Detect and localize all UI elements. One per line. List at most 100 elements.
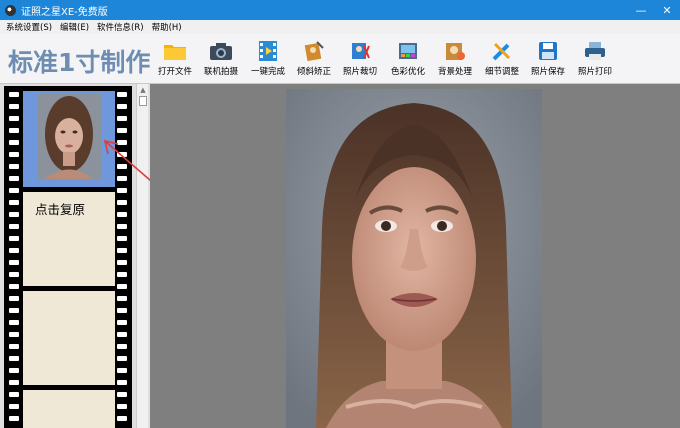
folder-icon: [163, 40, 187, 62]
print-photo-label: 照片打印: [577, 67, 612, 77]
menu-software-info[interactable]: 软件信息(R): [97, 21, 144, 33]
thumbnail-frame[interactable]: [23, 390, 115, 428]
open-file-button[interactable]: 打开文件: [150, 40, 200, 77]
menu-bar: 系统设置(S) 编辑(E) 软件信息(R) 帮助(H): [0, 20, 680, 34]
sprocket-hole: [117, 296, 127, 301]
sprocket-hole: [9, 104, 19, 109]
sprocket-hole: [9, 128, 19, 133]
background-button[interactable]: 背景处理: [430, 40, 480, 77]
detail-adjust-label: 细节调整: [484, 67, 519, 77]
sprocket-hole: [9, 356, 19, 361]
open-file-label: 打开文件: [157, 67, 192, 77]
toolbar: 标准1寸制作 打开文件 联机拍摄 一键完成 倾斜矫正 照片裁切 色彩优化 背景处…: [0, 34, 680, 84]
sprocket-hole: [117, 272, 127, 277]
window-controls: — ✕: [628, 0, 680, 20]
print-photo-button[interactable]: 照片打印: [570, 40, 620, 77]
title-bar: 证照之星XE-免费版 — ✕: [0, 0, 680, 20]
camera-icon: [209, 40, 233, 62]
film-sprocket-holes: [9, 86, 19, 428]
color-optimize-label: 色彩优化: [390, 67, 425, 77]
background-label: 背景处理: [437, 67, 472, 77]
sprocket-hole: [9, 236, 19, 241]
sprocket-hole: [9, 224, 19, 229]
color-optimize-icon: [396, 40, 420, 62]
save-photo-button[interactable]: 照片保存: [523, 40, 573, 77]
detail-adjust-button[interactable]: 细节调整: [477, 40, 527, 77]
main-photo[interactable]: [286, 89, 542, 428]
sprocket-hole: [117, 116, 127, 121]
sprocket-hole: [9, 140, 19, 145]
camera-capture-label: 联机拍摄: [203, 67, 238, 77]
sprocket-hole: [9, 296, 19, 301]
one-click-button[interactable]: 一键完成: [243, 40, 293, 77]
sprocket-hole: [9, 248, 19, 253]
scroll-up-icon[interactable]: ▲: [139, 86, 147, 94]
sprocket-hole: [9, 308, 19, 313]
photo-canvas: [150, 84, 680, 428]
sprocket-hole: [117, 332, 127, 337]
sprocket-hole: [9, 392, 19, 397]
camera-capture-button[interactable]: 联机拍摄: [196, 40, 246, 77]
tilt-correct-icon: [302, 40, 326, 62]
sprocket-hole: [9, 188, 19, 193]
sprocket-hole: [9, 320, 19, 325]
tilt-correct-button[interactable]: 倾斜矫正: [289, 40, 339, 77]
sprocket-hole: [117, 128, 127, 133]
sprocket-hole: [9, 272, 19, 277]
sprocket-hole: [9, 404, 19, 409]
sprocket-hole: [117, 104, 127, 109]
sprocket-hole: [117, 308, 127, 313]
sprocket-hole: [117, 320, 127, 325]
sprocket-hole: [9, 416, 19, 421]
sprocket-hole: [9, 212, 19, 217]
sprocket-hole: [9, 380, 19, 385]
crop-label: 照片裁切: [342, 67, 377, 77]
restore-label[interactable]: 点击复原: [35, 199, 85, 218]
detail-adjust-icon: [490, 40, 514, 62]
minimize-button[interactable]: —: [628, 0, 654, 20]
window-title: 证照之星XE-免费版: [21, 6, 108, 18]
sprocket-hole: [9, 152, 19, 157]
sprocket-hole: [9, 284, 19, 289]
sprocket-hole: [117, 380, 127, 385]
app-icon: [5, 4, 16, 16]
sprocket-hole: [9, 92, 19, 97]
sprocket-hole: [117, 368, 127, 373]
sprocket-hole: [9, 116, 19, 121]
thumbnail-photo: [37, 94, 101, 179]
sprocket-hole: [9, 200, 19, 205]
sprocket-hole: [9, 344, 19, 349]
color-optimize-button[interactable]: 色彩优化: [383, 40, 433, 77]
sprocket-hole: [117, 392, 127, 397]
sprocket-hole: [117, 344, 127, 349]
sprocket-hole: [117, 284, 127, 289]
sprocket-hole: [117, 416, 127, 421]
sprocket-hole: [9, 368, 19, 373]
crop-button[interactable]: 照片裁切: [335, 40, 385, 77]
tilt-correct-label: 倾斜矫正: [296, 67, 331, 77]
sprocket-hole: [9, 164, 19, 169]
menu-system-settings[interactable]: 系统设置(S): [6, 21, 52, 33]
menu-help[interactable]: 帮助(H): [152, 21, 182, 33]
brand-title: 标准1寸制作: [8, 48, 151, 77]
sprocket-hole: [117, 260, 127, 265]
sprocket-hole: [117, 248, 127, 253]
one-click-label: 一键完成: [250, 67, 285, 77]
menu-edit[interactable]: 编辑(E): [60, 21, 89, 33]
page-icon: [139, 96, 147, 106]
sprocket-hole: [117, 224, 127, 229]
save-icon: [536, 40, 560, 62]
film-play-icon: [256, 40, 280, 62]
crop-icon: [348, 40, 372, 62]
sprocket-hole: [117, 404, 127, 409]
sprocket-hole: [117, 236, 127, 241]
save-photo-label: 照片保存: [530, 67, 565, 77]
sprocket-hole: [9, 176, 19, 181]
close-button[interactable]: ✕: [654, 0, 680, 20]
sprocket-hole: [9, 260, 19, 265]
sprocket-hole: [117, 92, 127, 97]
background-icon: [443, 40, 467, 62]
printer-icon: [583, 40, 607, 62]
sprocket-hole: [117, 356, 127, 361]
thumbnail-frame[interactable]: [23, 291, 115, 385]
